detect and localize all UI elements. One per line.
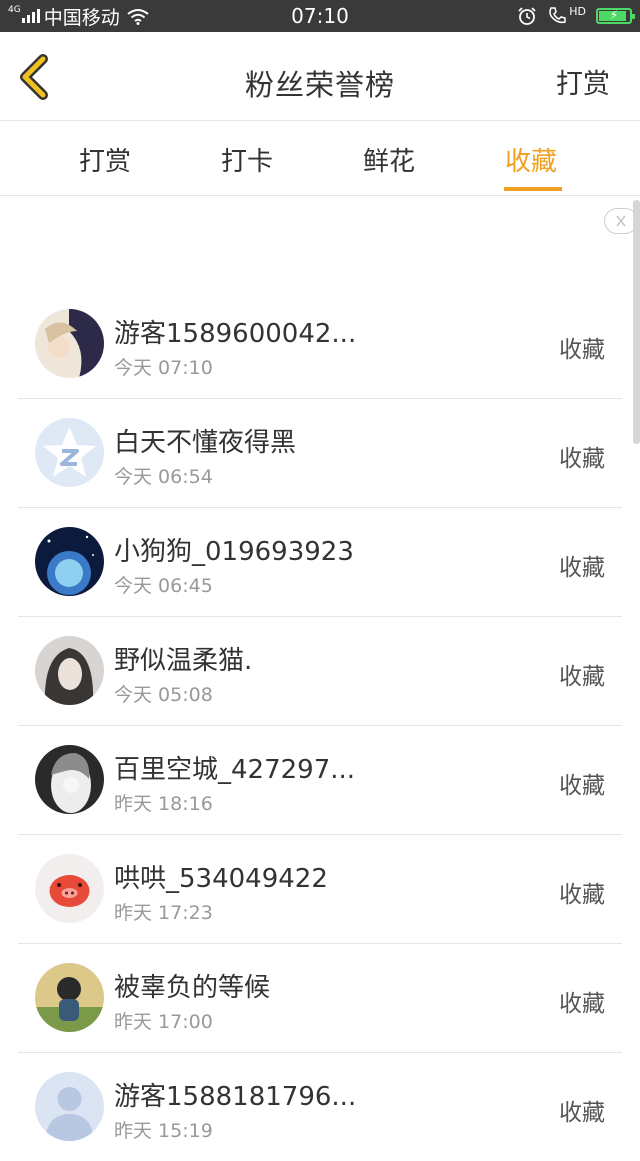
user-name: 小狗狗_019693923: [114, 537, 354, 567]
list-item[interactable]: 被辜负的等候 昨天 17:00 收藏: [18, 944, 622, 1053]
user-name: 白天不懂夜得黑: [114, 428, 297, 458]
list-item[interactable]: 野似温柔猫. 今天 05:08 收藏: [18, 617, 622, 726]
user-name: 哄哄_534049422: [114, 864, 328, 894]
action-label: 收藏: [559, 337, 605, 363]
timestamp: 昨天 17:23: [114, 902, 213, 924]
list-item[interactable]: 哄哄_534049422 昨天 17:23 收藏: [18, 835, 622, 944]
timestamp: 昨天 15:19: [114, 1120, 213, 1142]
avatar: [35, 309, 104, 378]
list-item[interactable]: 游客1588181796... 昨天 15:19 收藏: [18, 1053, 622, 1161]
active-tab-indicator: [504, 187, 562, 191]
page-title: 粉丝荣誉榜: [244, 68, 395, 102]
action-label: 收藏: [559, 555, 605, 581]
avatar: [35, 963, 104, 1032]
header: 粉丝荣誉榜 打赏: [0, 32, 640, 121]
user-name: 游客1588181796...: [114, 1082, 357, 1112]
tab-bar: 打赏 打卡 鲜花 收藏: [0, 121, 640, 196]
fan-list: 游客1589600042... 今天 07:10 收藏 白天不懂夜得黑 今天 0…: [18, 290, 622, 1161]
tab-flowers[interactable]: 鲜花: [363, 141, 415, 178]
tab-favorites[interactable]: 收藏: [505, 141, 557, 178]
timestamp: 今天 05:08: [114, 684, 213, 706]
user-name: 被辜负的等候: [114, 973, 271, 1003]
status-right: HD ⚡: [517, 4, 635, 27]
avatar: [35, 854, 104, 923]
tab-checkin[interactable]: 打卡: [221, 141, 273, 178]
avatar: [35, 636, 104, 705]
list-item[interactable]: 百里空城_427297... 昨天 18:16 收藏: [18, 726, 622, 835]
action-label: 收藏: [559, 882, 605, 908]
user-name: 百里空城_427297...: [114, 755, 356, 785]
action-label: 收藏: [559, 664, 605, 690]
list-item[interactable]: 白天不懂夜得黑 今天 06:54 收藏: [18, 399, 622, 508]
alarm-icon: [518, 7, 536, 25]
list-item[interactable]: 游客1589600042... 今天 07:10 收藏: [18, 290, 622, 399]
user-name: 游客1589600042...: [114, 319, 357, 349]
battery-icon: ⚡: [596, 8, 635, 24]
status-bar: 4G 中国移动 07:10 HD ⚡: [0, 0, 640, 32]
charging-icon: ⚡: [609, 8, 619, 22]
timestamp: 今天 07:10: [114, 357, 213, 379]
user-name: 野似温柔猫.: [114, 646, 253, 676]
phone-icon: [549, 7, 566, 24]
list-item[interactable]: 小狗狗_019693923 今天 06:45 收藏: [18, 508, 622, 617]
timestamp: 昨天 18:16: [114, 793, 213, 815]
action-label: 收藏: [559, 991, 605, 1017]
action-label: 收藏: [559, 773, 605, 799]
avatar: [35, 1072, 104, 1141]
avatar: [35, 418, 104, 487]
timestamp: 今天 06:54: [114, 466, 213, 488]
timestamp: 今天 06:45: [114, 575, 213, 597]
action-label: 收藏: [559, 446, 605, 472]
hd-label: HD: [569, 4, 586, 18]
scrollbar[interactable]: [633, 200, 640, 444]
tab-reward[interactable]: 打赏: [79, 141, 131, 178]
avatar: [35, 745, 104, 814]
reward-button[interactable]: 打赏: [556, 62, 610, 101]
action-label: 收藏: [559, 1100, 605, 1126]
avatar: [35, 527, 104, 596]
timestamp: 昨天 17:00: [114, 1011, 213, 1033]
